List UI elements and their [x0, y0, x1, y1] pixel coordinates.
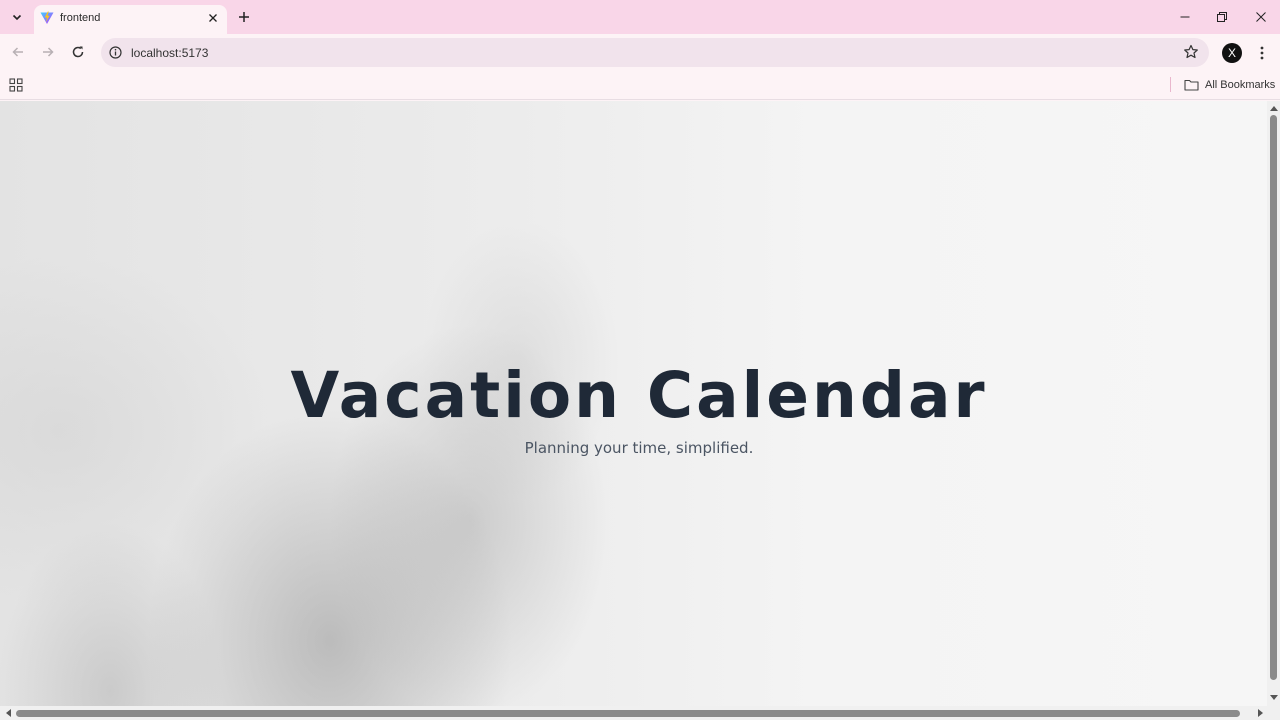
page-viewport: Vacation Calendar Planning your time, si… — [0, 101, 1267, 706]
triangle-right-icon — [1258, 709, 1263, 717]
restore-icon — [1217, 12, 1227, 22]
tab-strip: frontend — [0, 0, 1280, 34]
tab-title: frontend — [60, 12, 101, 24]
apps-grid-icon[interactable] — [9, 78, 23, 92]
scroll-right-arrow[interactable] — [1256, 708, 1266, 718]
page-title: Vacation Calendar — [290, 359, 988, 432]
browser-toolbar: localhost:5173 — [0, 34, 1280, 70]
all-bookmarks-button[interactable]: All Bookmarks — [1184, 77, 1275, 93]
chevron-down-icon — [12, 14, 22, 21]
horizontal-scrollbar[interactable] — [0, 706, 1280, 720]
vertical-scrollbar-thumb[interactable] — [1270, 115, 1277, 680]
more-vertical-icon — [1260, 46, 1264, 60]
profile-avatar[interactable]: X — [1222, 43, 1242, 63]
new-tab-button[interactable] — [235, 8, 253, 26]
triangle-up-icon — [1270, 106, 1278, 111]
address-bar[interactable]: localhost:5173 — [101, 38, 1209, 67]
close-window-button[interactable] — [1252, 8, 1270, 26]
arrow-left-icon — [12, 47, 23, 57]
vertical-scrollbar[interactable] — [1267, 101, 1280, 706]
tab-search-button[interactable] — [6, 6, 28, 28]
folder-icon — [1184, 79, 1199, 91]
close-icon — [209, 14, 217, 22]
triangle-left-icon — [6, 709, 11, 717]
close-icon — [1256, 12, 1266, 22]
scroll-down-arrow[interactable] — [1269, 693, 1279, 703]
horizontal-scrollbar-thumb[interactable] — [16, 710, 1240, 717]
scroll-left-arrow[interactable] — [3, 708, 13, 718]
page-subtitle: Planning your time, simplified. — [524, 439, 754, 457]
all-bookmarks-label: All Bookmarks — [1205, 79, 1276, 91]
tab-close-button[interactable] — [206, 11, 220, 25]
arrow-right-icon — [43, 47, 54, 57]
restore-button[interactable] — [1213, 8, 1231, 26]
bookmarks-bar: All Bookmarks — [0, 70, 1280, 100]
bookmark-star-icon[interactable] — [1183, 44, 1199, 60]
minimize-icon — [1180, 16, 1190, 18]
browser-menu-button[interactable] — [1254, 44, 1270, 62]
reload-button[interactable] — [68, 42, 88, 62]
minimize-button[interactable] — [1176, 8, 1194, 26]
bookmarks-separator — [1170, 77, 1171, 92]
forward-button[interactable] — [38, 42, 58, 62]
scroll-up-arrow[interactable] — [1269, 103, 1279, 113]
triangle-down-icon — [1270, 695, 1278, 700]
reload-icon — [72, 46, 84, 58]
tab-frontend[interactable]: frontend — [34, 5, 227, 34]
vite-logo-icon — [40, 11, 54, 24]
plus-icon — [239, 12, 249, 22]
hero-section: Vacation Calendar Planning your time, si… — [0, 101, 1267, 706]
url-text[interactable]: localhost:5173 — [131, 46, 208, 60]
back-button[interactable] — [8, 42, 28, 62]
info-icon[interactable] — [109, 46, 122, 59]
